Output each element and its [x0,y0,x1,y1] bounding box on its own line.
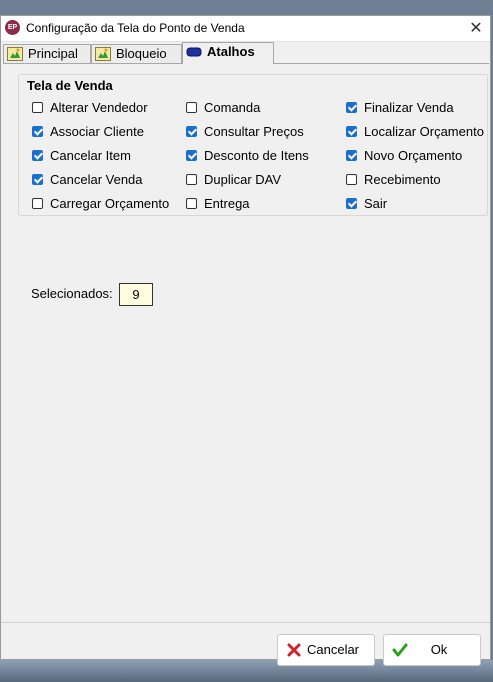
checkbox-label: Desconto de Itens [204,148,309,163]
tab-atalhos-label: Atalhos [207,44,255,59]
settings-image-icon [95,47,111,61]
title-bar: EP Configuração da Tela do Ponto de Vend… [1,16,490,42]
tab-principal[interactable]: Principal [3,44,91,63]
tab-content: Tela de Venda Alterar Vendedor Associar … [3,64,489,622]
footer-divider [1,622,490,623]
checkbox-label: Cancelar Item [50,148,131,163]
ok-button[interactable]: Ok [383,634,481,666]
settings-image-icon [7,47,23,61]
checkbox-label: Cancelar Venda [50,172,143,187]
checkbox-label: Comanda [204,100,261,115]
checkbox-label: Finalizar Venda [364,100,454,115]
checkbox-label: Carregar Orçamento [50,196,170,211]
close-icon: ✕ [469,20,483,37]
tab-principal-label: Principal [28,46,78,61]
selected-count-label: Selecionados: [31,286,113,301]
tela-de-venda-group: Tela de Venda Alterar Vendedor Associar … [18,74,488,216]
checkbox-box[interactable] [346,198,357,209]
checkbox-box[interactable] [32,150,43,161]
checkbox-label: Recebimento [364,172,441,187]
close-button[interactable]: ✕ [462,16,490,41]
checkbox-box[interactable] [186,198,197,209]
window-title: Configuração da Tela do Ponto de Venda [26,21,245,35]
checkbox-box[interactable] [32,174,43,185]
checkbox-label: Duplicar DAV [204,172,282,187]
checkbox-box[interactable] [186,174,197,185]
checkbox-label: Alterar Vendedor [50,100,148,115]
tab-atalhos[interactable]: Atalhos [182,42,274,64]
selected-count-field: 9 [119,283,153,306]
checkbox-box[interactable] [346,174,357,185]
checkbox-label: Localizar Orçamento [364,124,484,139]
app-icon: EP [5,20,20,35]
checkbox-box[interactable] [32,102,43,113]
cancel-button-label: Cancelar [306,642,360,657]
checkbox-box[interactable] [186,102,197,113]
checkbox-label: Consultar Preços [204,124,304,139]
checkbox-box[interactable] [32,198,43,209]
tab-bloqueio[interactable]: Bloqueio [91,44,182,63]
cancel-button[interactable]: Cancelar [277,634,375,666]
dialog-window: EP Configuração da Tela do Ponto de Vend… [0,15,491,666]
checkbox-label: Novo Orçamento [364,148,463,163]
checkbox-box[interactable] [346,126,357,137]
checkbox-label: Associar Cliente [50,124,144,139]
checkbox-label: Sair [364,196,388,211]
tab-strip: Principal Bloqueio Atalhos [3,42,489,64]
checkbox-box[interactable] [346,150,357,161]
checkbox-box[interactable] [346,102,357,113]
ok-button-label: Ok [430,642,448,657]
keyboard-icon [186,47,202,57]
checkbox-label: Entrega [204,196,250,211]
checkbox-box[interactable] [186,150,197,161]
group-title: Tela de Venda [25,78,115,93]
tab-bloqueio-label: Bloqueio [116,46,167,61]
checkbox-box[interactable] [186,126,197,137]
checkbox-box[interactable] [32,126,43,137]
